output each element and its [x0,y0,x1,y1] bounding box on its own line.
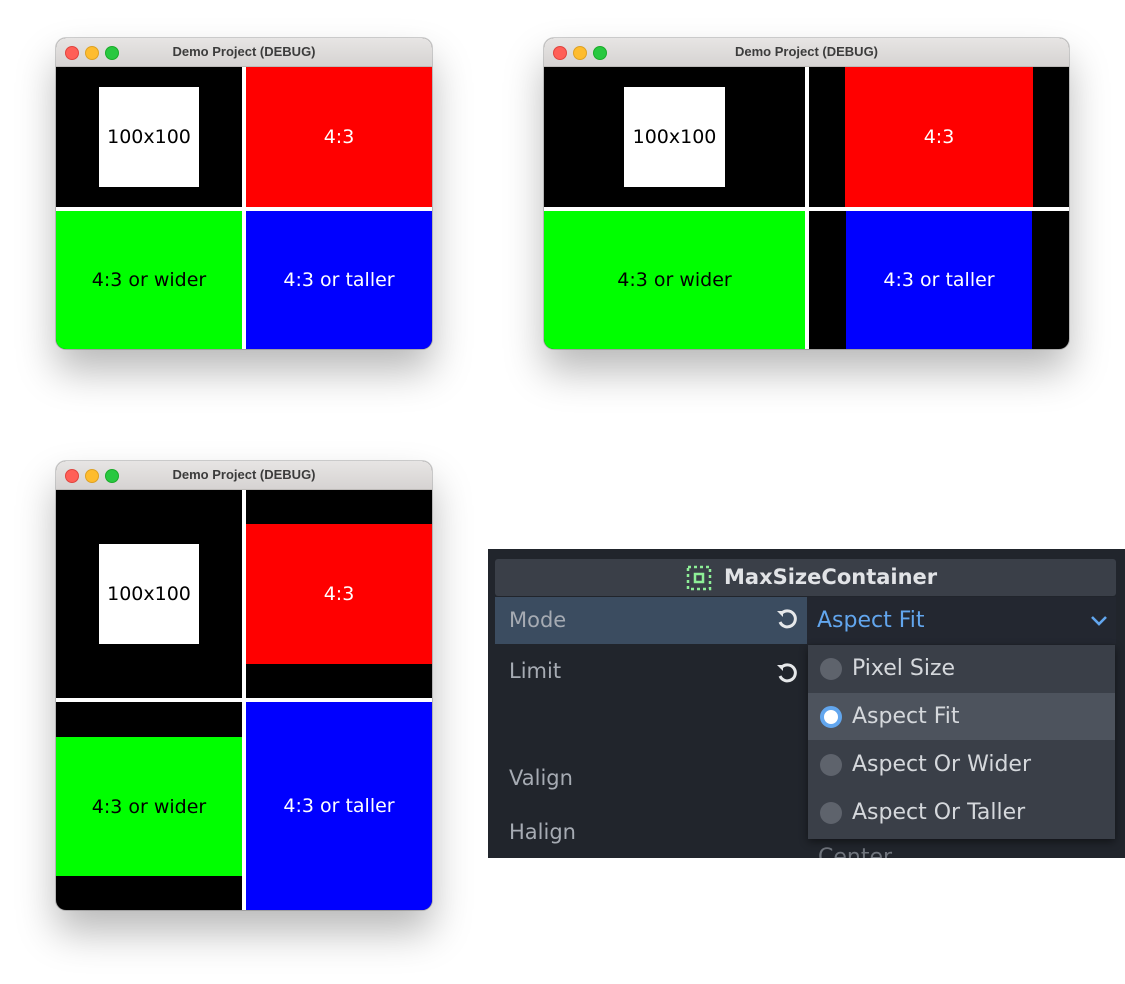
cell-aspect-or-wider: 4:3 or wider [56,211,242,349]
aspect-or-wider-box: 4:3 or wider [56,211,242,349]
property-label-mode: Mode [509,608,567,632]
max-size-container-icon [686,565,712,591]
app-window-3: Demo Project (DEBUG) 100x100 4:3 4:3 or … [56,461,432,910]
property-label-limit: Limit [509,659,562,683]
revert-icon[interactable] [774,607,800,633]
inspector-panel: MaxSizeContainer Mode Aspect Fit Limit V… [488,549,1125,858]
cell-aspect-or-wider: 4:3 or wider [56,702,242,910]
option-label: Aspect Fit [852,704,960,729]
aspect-or-taller-box: 4:3 or taller [846,211,1032,349]
title-bar[interactable]: Demo Project (DEBUG) [544,38,1069,67]
cell-aspect-fit: 4:3 [246,490,432,698]
cell-aspect-fit: 4:3 [809,67,1069,207]
window-title: Demo Project (DEBUG) [734,44,879,59]
aspect-fit-box: 4:3 [845,67,1033,207]
square-box: 100x100 [624,87,725,187]
window-title: Demo Project (DEBUG) [172,44,316,59]
square-box: 100x100 [99,87,199,187]
mode-dropdown-menu: Pixel Size Aspect Fit Aspect Or Wider As… [808,645,1115,839]
window-content: 100x100 4:3 4:3 or wider 4:3 or taller [544,67,1069,349]
window-content: 100x100 4:3 4:3 or wider 4:3 or taller [56,67,432,349]
title-bar[interactable]: Demo Project (DEBUG) [56,461,432,490]
cell-aspect-fit: 4:3 [246,67,432,207]
property-label-valign: Valign [509,766,573,790]
window-title: Demo Project (DEBUG) [172,467,316,482]
aspect-or-taller-box: 4:3 or taller [246,702,432,910]
window-content: 100x100 4:3 4:3 or wider 4:3 or taller [56,490,432,910]
app-window-2: Demo Project (DEBUG) 100x100 4:3 4:3 or … [544,38,1069,349]
option-pixel-size[interactable]: Pixel Size [808,645,1115,692]
cell-pixel-size: 100x100 [56,490,242,698]
aspect-fit-box: 4:3 [246,67,432,207]
section-title: MaxSizeContainer [724,565,938,589]
option-aspect-fit[interactable]: Aspect Fit [808,693,1115,740]
radio-icon [820,754,842,776]
aspect-or-taller-box: 4:3 or taller [246,211,432,349]
cell-pixel-size: 100x100 [56,67,242,207]
aspect-or-wider-box: 4:3 or wider [544,211,805,349]
radio-icon [820,802,842,824]
cell-aspect-or-taller: 4:3 or taller [246,702,432,910]
halign-value[interactable]: Center [818,845,892,858]
mode-selected-value: Aspect Fit [817,608,925,633]
mode-dropdown-button[interactable]: Aspect Fit [807,597,1116,644]
inspector-section-header[interactable]: MaxSizeContainer [495,559,1116,596]
square-box: 100x100 [99,544,199,644]
option-aspect-or-taller[interactable]: Aspect Or Taller [808,789,1115,836]
revert-icon[interactable] [774,661,800,687]
radio-icon [820,658,842,680]
aspect-fit-box: 4:3 [246,524,432,664]
cell-aspect-or-wider: 4:3 or wider [544,211,805,349]
chevron-down-icon [1091,616,1107,626]
cell-aspect-or-taller: 4:3 or taller [809,211,1069,349]
property-label-halign: Halign [509,820,576,844]
option-label: Pixel Size [852,656,956,681]
cell-pixel-size: 100x100 [544,67,805,207]
radio-selected-icon [820,706,842,728]
option-label: Aspect Or Wider [852,752,1032,777]
app-window-1: Demo Project (DEBUG) 100x100 4:3 4:3 or … [56,38,432,349]
aspect-or-wider-box: 4:3 or wider [56,737,242,876]
option-label: Aspect Or Taller [852,800,1026,825]
property-row-mode[interactable]: Mode [495,597,807,644]
option-aspect-or-wider[interactable]: Aspect Or Wider [808,741,1115,788]
title-bar[interactable]: Demo Project (DEBUG) [56,38,432,67]
cell-aspect-or-taller: 4:3 or taller [246,211,432,349]
